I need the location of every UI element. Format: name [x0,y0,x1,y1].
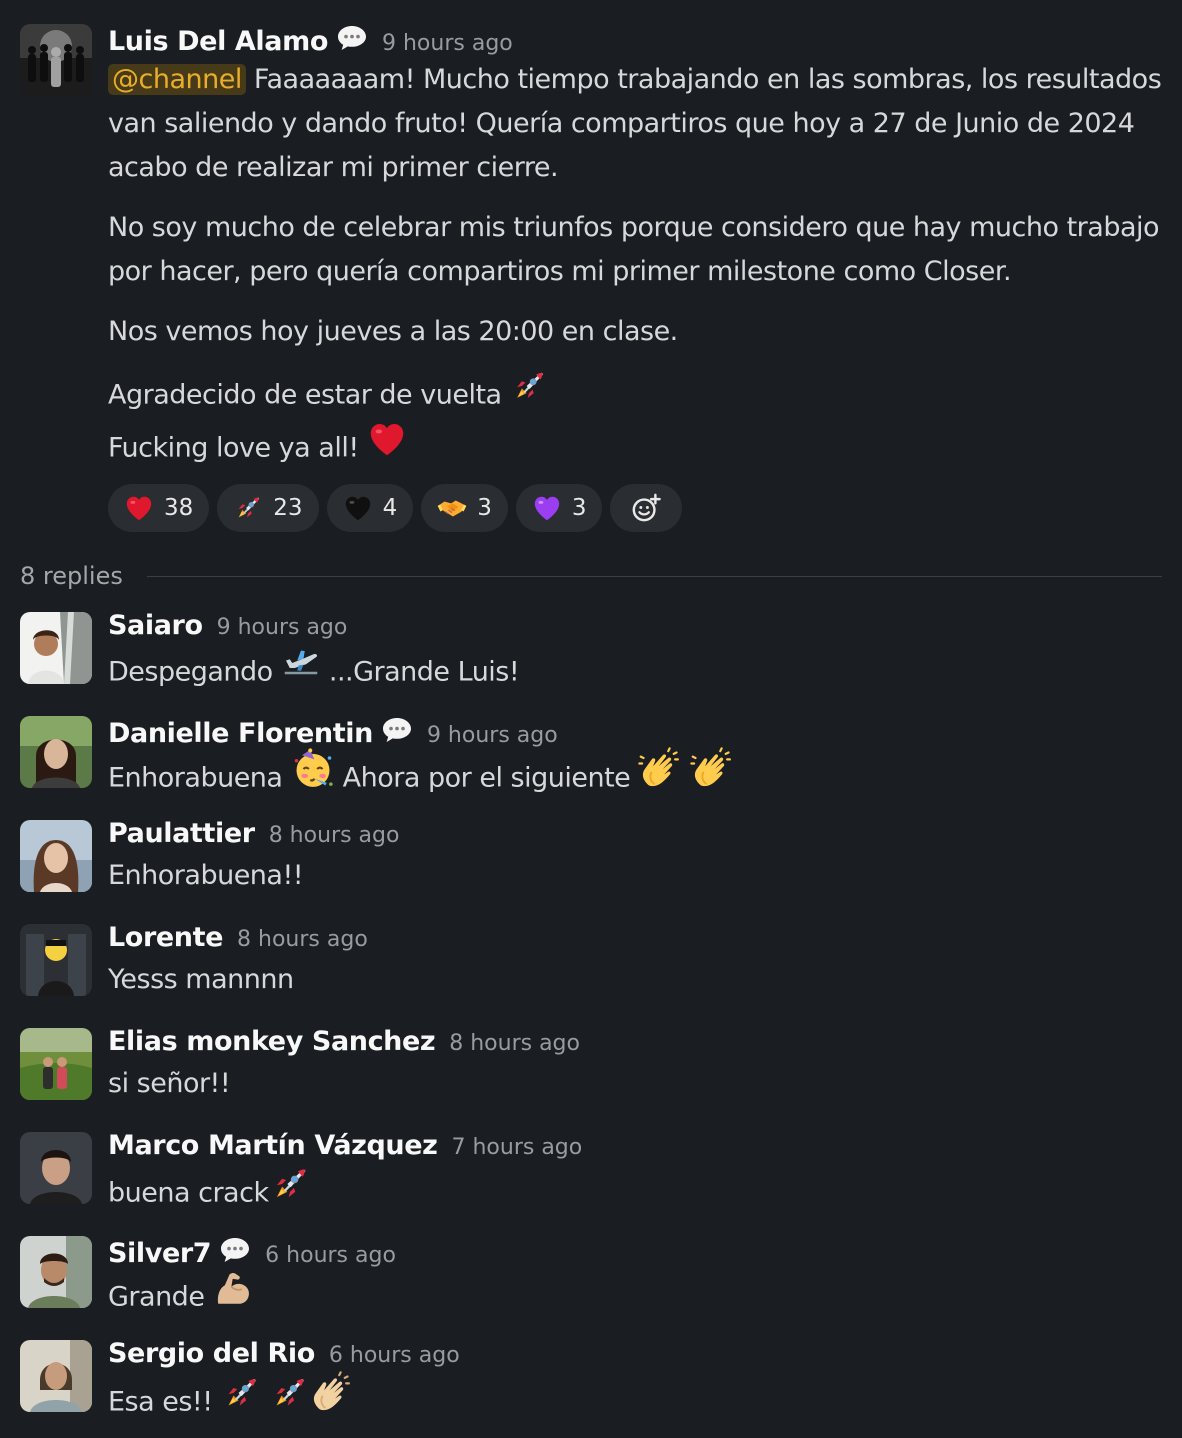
timestamp[interactable]: 7 hours ago [451,1135,582,1160]
author-name[interactable]: Marco Martín Vázquez [108,1130,438,1161]
add-reaction-icon [631,493,661,523]
timestamp[interactable]: 9 hours ago [217,615,348,640]
avatar[interactable] [20,1340,92,1412]
red-heart-icon [124,493,154,523]
avatar[interactable] [20,820,92,892]
avatar[interactable] [20,1028,92,1100]
reaction-rocket[interactable]: 23 [217,484,319,532]
message-text: Despegando [108,656,273,688]
reaction-count: 38 [164,495,194,521]
message-text: Esa es!! [108,1386,213,1418]
divider-line [146,575,1162,577]
rocket-icon [233,493,263,523]
avatar[interactable] [20,924,92,996]
author-name[interactable]: Lorente [108,922,223,953]
replies-divider: 8 replies [20,556,1162,596]
author-name[interactable]: Sergio del Rio [108,1338,315,1369]
timestamp[interactable]: 8 hours ago [269,823,400,848]
message-text: Fucking love ya all! [108,432,359,464]
rocket-icon [269,1373,309,1427]
message-text: Yesss mannnn [108,964,294,995]
add-reaction-button[interactable] [610,484,683,532]
reaction-purple-heart[interactable]: 3 [515,484,603,532]
message-text: por hacer, pero quería compartiros mi pr… [108,256,1012,287]
message-text: Enhorabuena!! [108,860,304,891]
reaction-count: 3 [571,495,587,521]
reaction-handshake[interactable]: 3 [421,484,508,532]
purple-heart-icon [532,493,562,523]
reaction-count: 3 [477,495,492,521]
author-name[interactable]: Saiaro [108,610,203,641]
message-text: Ahora por el siguiente [334,762,631,794]
avatar[interactable] [20,1236,92,1308]
replies-count[interactable]: 8 replies [20,562,123,590]
speech-bubble-icon [219,1236,251,1264]
avatar[interactable] [20,1132,92,1204]
clapping-hands-icon [309,1371,353,1429]
red-heart-icon [367,419,407,473]
message-text: Grande [108,1281,205,1313]
rocket-icon [269,1163,311,1219]
speech-bubble-icon [381,716,413,744]
channel-mention[interactable]: @channel [108,64,246,95]
clapping-hands-icon [690,747,734,805]
author-name[interactable]: Elias monkey Sanchez [108,1026,436,1057]
airplane-departure-icon [281,643,321,697]
reaction-black-heart[interactable]: 4 [326,484,414,532]
author-name[interactable]: Danielle Florentin [108,718,373,749]
reaction-bar: 38 23 4 3 3 [108,484,683,532]
clapping-hands-icon [638,747,682,805]
timestamp[interactable]: 9 hours ago [382,31,513,56]
timestamp[interactable]: 6 hours ago [329,1343,460,1368]
reaction-count: 4 [382,495,398,521]
flexed-biceps-icon [213,1267,255,1323]
rocket-icon [221,1373,261,1427]
speech-bubble-icon [336,24,368,52]
avatar[interactable] [20,716,92,788]
message-text: ...Grande Luis! [320,656,520,688]
author-name[interactable]: Silver7 [108,1238,212,1269]
partying-face-icon [291,747,335,805]
timestamp[interactable]: 9 hours ago [427,723,558,748]
black-heart-icon [343,493,373,523]
reaction-red-heart[interactable]: 38 [108,484,210,532]
avatar[interactable] [20,24,92,96]
timestamp[interactable]: 6 hours ago [265,1243,396,1268]
message-text: Faaaaaaam! Mucho tiempo trabajando en la… [245,64,1162,95]
message-text: Nos vemos hoy jueves a las 20:00 en clas… [108,316,678,347]
message-text: acabo de realizar mi primer cierre. [108,152,559,183]
handshake-icon [437,493,467,523]
rocket-icon [510,367,548,419]
timestamp[interactable]: 8 hours ago [449,1031,580,1056]
message-text: Enhorabuena [108,762,283,794]
message-body: @channel Faaaaaaam! Mucho tiempo trabaja… [108,58,1162,476]
message-text: van saliendo y dando fruto! Quería compa… [108,108,1135,139]
timestamp[interactable]: 8 hours ago [237,927,368,952]
message-text: Agradecido de estar de vuelta [108,379,502,411]
author-name[interactable]: Luis Del Alamo [108,26,328,57]
message-text: No soy mucho de celebrar mis triunfos po… [108,212,1160,243]
avatar[interactable] [20,612,92,684]
reaction-count: 23 [273,495,303,521]
message-text: buena crack [108,1177,269,1209]
message-text: si señor!! [108,1068,231,1099]
author-name[interactable]: Paulattier [108,818,255,849]
